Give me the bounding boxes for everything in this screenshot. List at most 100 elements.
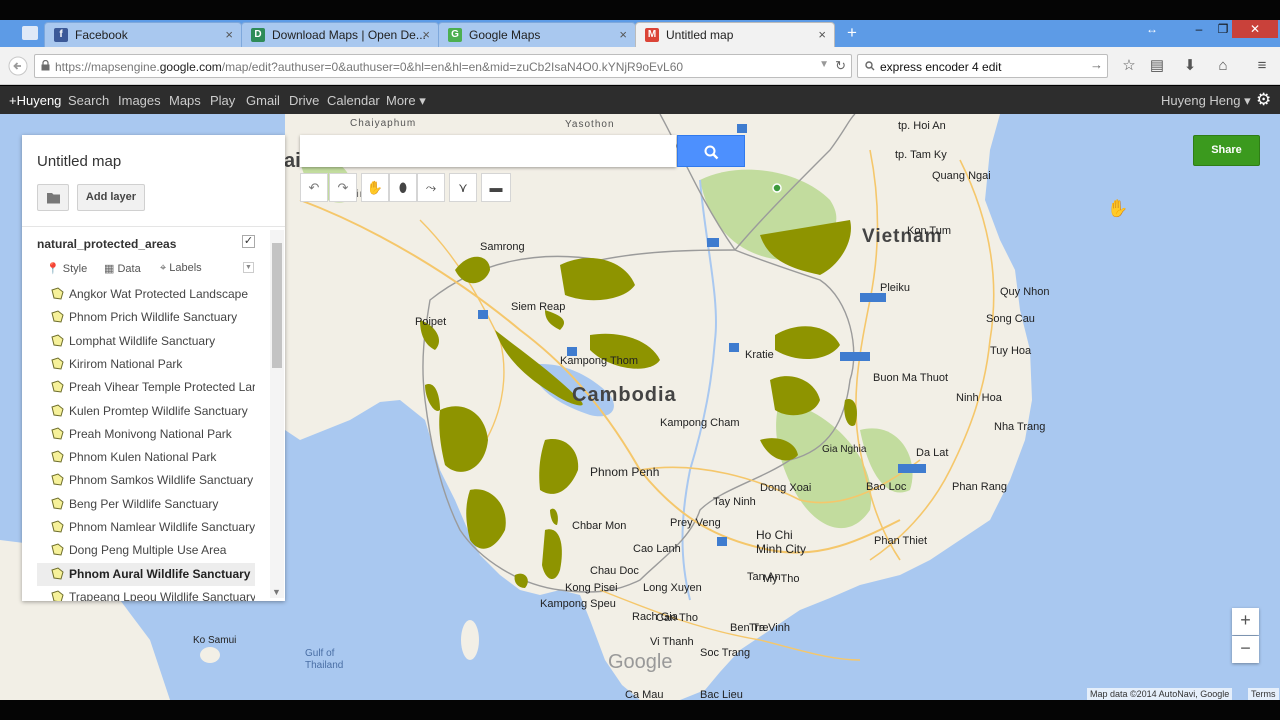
- open-folder-button[interactable]: [37, 184, 69, 211]
- tab-untitled-map[interactable]: M Untitled map ×: [635, 22, 835, 47]
- gbar-link-maps[interactable]: Maps: [169, 93, 201, 108]
- feature-name: Angkor Wat Protected Landscape: [69, 287, 248, 301]
- terms-link[interactable]: Terms: [1248, 688, 1279, 700]
- feature-name: Trapeang Lpeou Wildlife Sanctuary: [69, 589, 255, 601]
- feature-list-item[interactable]: Preah Vihear Temple Protected Lar: [37, 376, 255, 399]
- scroll-down-arrow[interactable]: ▼: [272, 587, 281, 597]
- feature-list-item[interactable]: Phnom Aural Wildlife Sanctuary: [37, 562, 255, 586]
- map-search-button[interactable]: [677, 135, 745, 167]
- layer-visibility-checkbox[interactable]: ✓: [242, 235, 255, 248]
- gbar-link-more[interactable]: More ▾: [386, 93, 426, 109]
- gbar-link-calendar[interactable]: Calendar: [327, 93, 380, 108]
- map-title[interactable]: Untitled map: [37, 153, 121, 170]
- draw-line-button[interactable]: ⤳: [417, 173, 445, 202]
- panel-scrollbar-thumb[interactable]: [272, 243, 282, 368]
- tab-facebook[interactable]: f Facebook ×: [44, 22, 242, 47]
- new-tab-button[interactable]: +: [843, 24, 861, 42]
- search-go-icon[interactable]: →: [1090, 57, 1103, 72]
- feature-list-item[interactable]: Lomphat Wildlife Sanctuary: [37, 330, 255, 353]
- feature-list-item[interactable]: Kulen Promtep Wildlife Sanctuary: [37, 400, 255, 423]
- feature-name: Kirirom National Park: [69, 356, 183, 371]
- close-tab-icon[interactable]: ×: [422, 27, 430, 42]
- feature-list-item[interactable]: Phnom Namlear Wildlife Sanctuary: [37, 516, 255, 539]
- menu-icon[interactable]: ≡: [1251, 56, 1273, 78]
- map-label-city: Kratie: [745, 349, 774, 361]
- top-black-bar: [0, 0, 1280, 20]
- cursor-hand-icon: ✋: [1107, 199, 1129, 218]
- map-label-city: Siem Reap: [511, 301, 566, 313]
- map-search-input[interactable]: [300, 135, 676, 167]
- tab-google-maps[interactable]: G Google Maps ×: [438, 22, 636, 47]
- share-button[interactable]: Share: [1193, 135, 1260, 166]
- add-layer-button[interactable]: Add layer: [77, 184, 145, 211]
- layer-data-button[interactable]: ▦ Data: [104, 262, 141, 275]
- feature-name: Phnom Prich Wildlife Sanctuary: [69, 310, 238, 325]
- feature-list-item[interactable]: Preah Monivong National Park: [37, 423, 255, 446]
- table-icon: ▦: [104, 263, 115, 275]
- tab-title: Download Maps | Open De...: [272, 28, 426, 42]
- address-bar[interactable]: https://mapsengine.google.com/map/edit?a…: [34, 54, 852, 78]
- redo-button[interactable]: ↷: [329, 173, 357, 202]
- map-label-city: tp. Hoi An: [898, 120, 946, 132]
- zoom-in-button[interactable]: +: [1232, 608, 1259, 635]
- measure-ruler-button[interactable]: ▬: [481, 173, 511, 202]
- polygon-icon: [51, 427, 64, 440]
- feature-list-item[interactable]: Phnom Kulen National Park: [37, 446, 255, 469]
- gbar-link-search[interactable]: Search: [68, 93, 109, 108]
- close-tab-icon[interactable]: ×: [619, 27, 627, 42]
- close-tab-icon[interactable]: ×: [225, 27, 233, 42]
- minimize-button[interactable]: –: [1190, 20, 1208, 38]
- map-label-city: Ko Samui: [193, 635, 237, 646]
- feature-list-item[interactable]: Beng Per Wildlife Sanctuary: [37, 493, 255, 516]
- dropdown-icon[interactable]: ▼: [819, 59, 829, 70]
- zoom-out-button[interactable]: −: [1232, 636, 1259, 663]
- map-label-city: Rach Gia: [632, 611, 678, 623]
- feature-list-item[interactable]: Kirirom National Park: [37, 353, 255, 376]
- reload-icon[interactable]: ↻: [835, 58, 846, 74]
- browser-app-icon: [22, 26, 38, 40]
- reading-list-icon[interactable]: ▤: [1146, 56, 1168, 78]
- account-name[interactable]: Huyeng Heng ▾: [1161, 93, 1251, 109]
- map-label-city: Long Xuyen: [643, 582, 702, 594]
- settings-gear-icon[interactable]: ⚙: [1256, 90, 1271, 110]
- close-window-button[interactable]: ✕: [1232, 20, 1278, 38]
- feature-name: Lomphat Wildlife Sanctuary: [69, 333, 216, 348]
- gbar-link-gmail[interactable]: Gmail: [246, 93, 280, 108]
- map-label-city: Soc Trang: [700, 647, 751, 659]
- layer-labels-button[interactable]: ⌖ Labels: [160, 262, 202, 275]
- download-icon[interactable]: ⬇: [1179, 56, 1201, 78]
- gbar-link-play[interactable]: Play: [210, 93, 235, 108]
- gbar-link-images[interactable]: Images: [118, 93, 161, 108]
- map-label-water: Gulf of Thailand: [305, 648, 344, 671]
- folder-icon: [47, 193, 60, 204]
- search-box[interactable]: express encoder 4 edit →: [857, 54, 1108, 78]
- labels-label: Labels: [169, 262, 202, 274]
- layer-options-dropdown[interactable]: ▼: [243, 262, 254, 273]
- resize-icon[interactable]: ↔: [1143, 20, 1161, 38]
- gbar-link-drive[interactable]: Drive: [289, 93, 319, 108]
- feature-list-item[interactable]: Trapeang Lpeou Wildlife Sanctuary: [37, 586, 255, 601]
- maximize-button[interactable]: ❐: [1214, 20, 1232, 38]
- labels-icon: ⌖: [160, 262, 167, 274]
- bookmark-star-icon[interactable]: ☆: [1118, 56, 1140, 78]
- tab-download-maps[interactable]: D Download Maps | Open De... ×: [241, 22, 439, 47]
- back-button[interactable]: [6, 54, 30, 78]
- add-marker-button[interactable]: ⬮: [389, 173, 417, 202]
- close-tab-icon[interactable]: ×: [818, 27, 826, 42]
- style-label: Style: [62, 263, 88, 275]
- layer-style-button[interactable]: 📍 Style: [46, 262, 87, 275]
- home-icon[interactable]: ⌂: [1212, 56, 1234, 78]
- feature-list-item[interactable]: Dong Peng Multiple Use Area: [37, 539, 255, 562]
- google-watermark: Google: [608, 651, 673, 673]
- gbar-link-plus-user[interactable]: +Huyeng: [9, 93, 61, 108]
- pan-hand-button[interactable]: ✋: [361, 173, 389, 202]
- feature-list-item[interactable]: Angkor Wat Protected Landscape: [37, 283, 255, 306]
- feature-list-item[interactable]: Phnom Prich Wildlife Sanctuary: [37, 306, 255, 329]
- feature-list-item[interactable]: Phnom Samkos Wildlife Sanctuary: [37, 469, 255, 492]
- map-label-city: Buon Ma Thuot: [873, 372, 949, 384]
- layer-name[interactable]: natural_protected_areas: [37, 237, 176, 251]
- search-value: express encoder 4 edit: [880, 60, 1002, 74]
- map-label-city: Phan Rang: [952, 481, 1008, 493]
- directions-button[interactable]: ⋎: [449, 173, 477, 202]
- undo-button[interactable]: ↶: [300, 173, 328, 202]
